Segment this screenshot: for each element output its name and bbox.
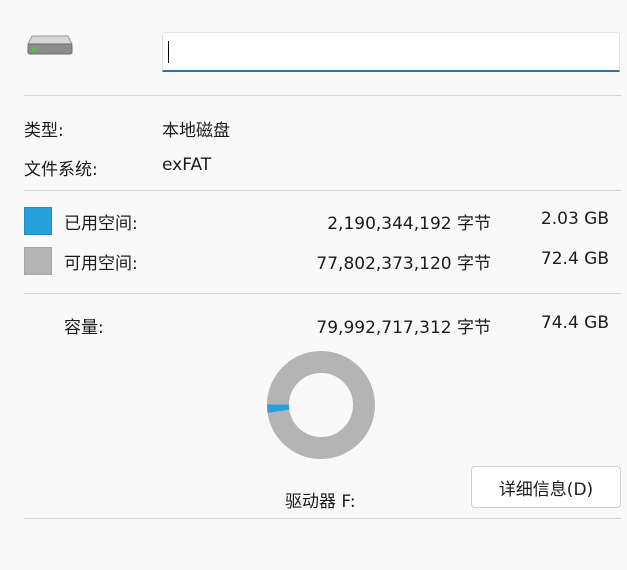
separator xyxy=(24,95,621,96)
text-caret xyxy=(168,41,169,63)
drive-label: 驱动器 F: xyxy=(285,492,356,512)
free-space-swatch xyxy=(24,247,52,275)
capacity-label: 容量: xyxy=(64,318,104,338)
used-space-label: 已用空间: xyxy=(64,214,138,234)
details-button[interactable]: 详细信息(D) xyxy=(471,466,621,508)
type-value: 本地磁盘 xyxy=(162,121,230,141)
used-space-size: 2.03 GB xyxy=(540,209,609,229)
free-space-bytes: 77,802,373,120 字节 xyxy=(316,254,491,274)
separator xyxy=(24,518,621,519)
filesystem-value: exFAT xyxy=(162,155,212,175)
separator xyxy=(24,293,621,294)
capacity-bytes: 79,992,717,312 字节 xyxy=(316,318,491,338)
filesystem-label: 文件系统: xyxy=(24,160,98,180)
type-label: 类型: xyxy=(24,121,64,141)
drive-name-input[interactable] xyxy=(162,32,620,72)
disk-usage-chart xyxy=(267,350,376,459)
free-space-slice xyxy=(267,351,375,459)
free-space-size: 72.4 GB xyxy=(540,249,609,269)
used-space-bytes: 2,190,344,192 字节 xyxy=(327,214,491,234)
separator xyxy=(24,190,621,191)
used-space-swatch xyxy=(24,207,52,235)
drive-icon xyxy=(27,35,73,55)
free-space-label: 可用空间: xyxy=(64,254,138,274)
capacity-size: 74.4 GB xyxy=(540,313,609,333)
